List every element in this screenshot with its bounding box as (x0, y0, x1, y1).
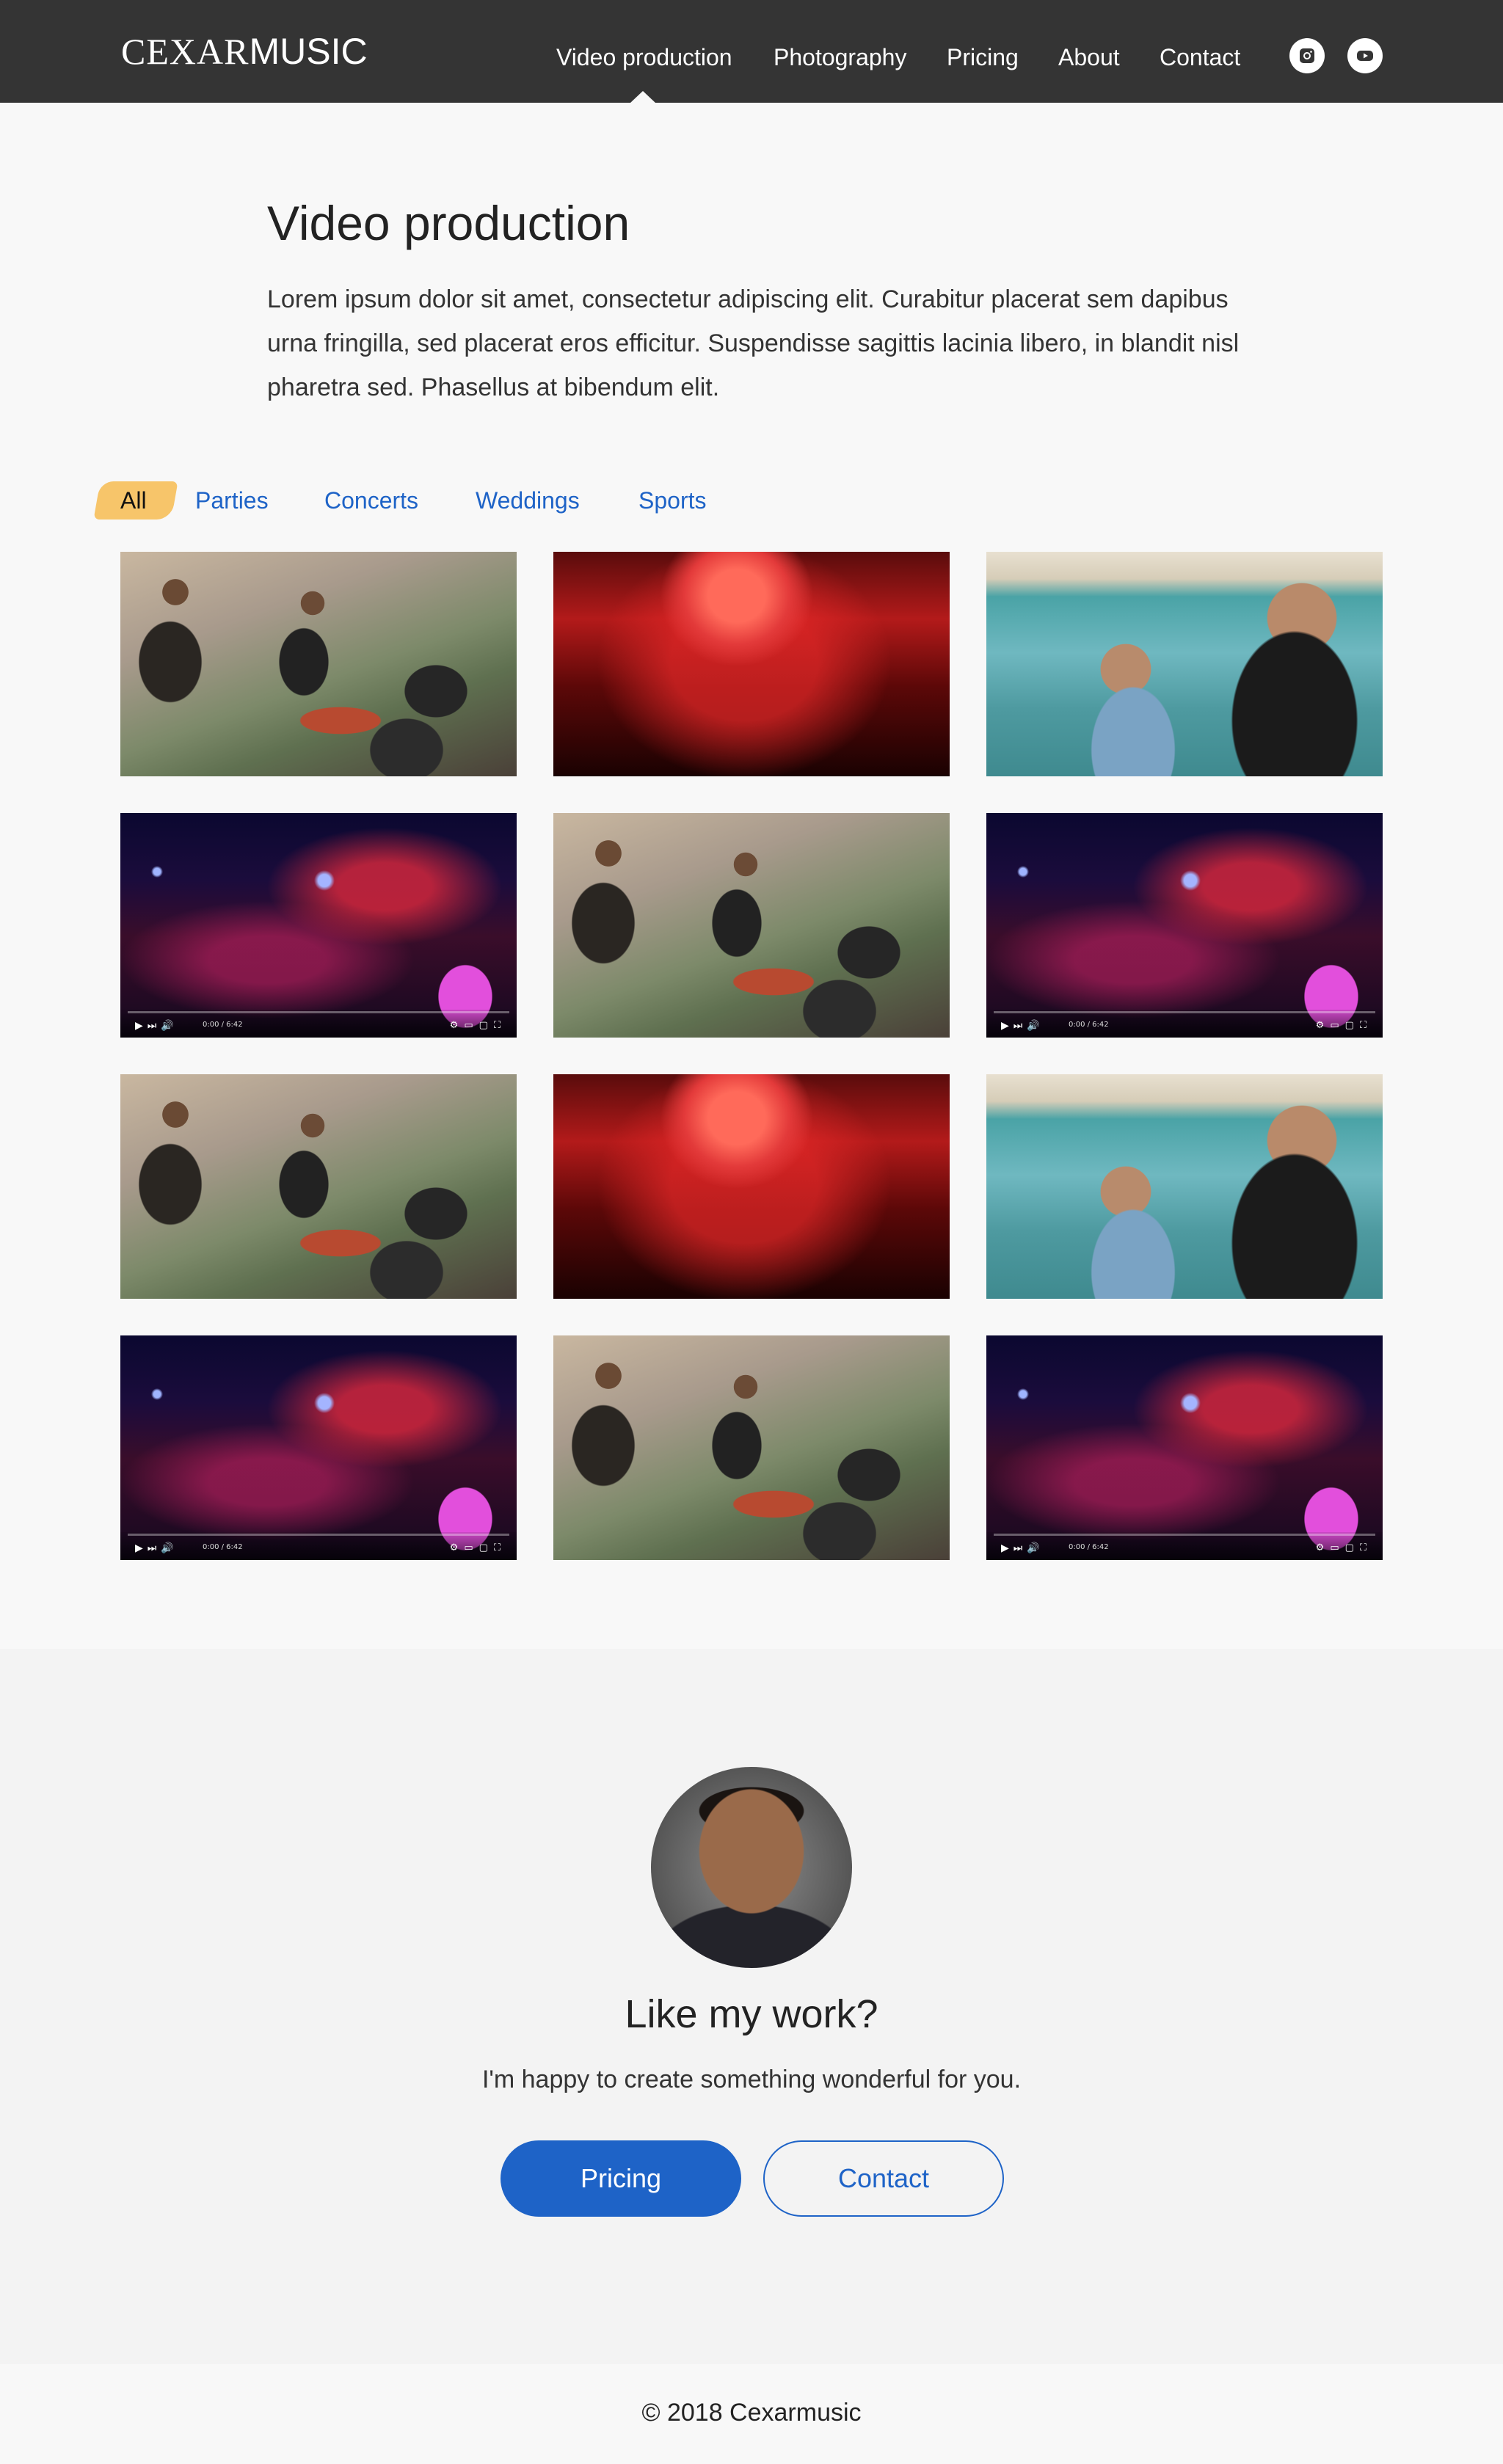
video-thumbnail[interactable] (986, 552, 1383, 776)
nav-contact[interactable]: Contact (1160, 41, 1240, 73)
avatar (651, 1767, 852, 1968)
nav-video-production[interactable]: Video production (556, 41, 732, 73)
video-thumbnail[interactable] (553, 1074, 950, 1299)
copyright-text: © 2018 Cexarmusic (641, 2399, 862, 2427)
video-thumbnail[interactable] (553, 813, 950, 1038)
play-controls-icon[interactable]: ▶⏭🔊 (1001, 1541, 1044, 1554)
player-controls: ▶⏭🔊 0:00 / 6:42 ⚙▭▢⛶ (120, 1532, 517, 1560)
progress-bar[interactable] (128, 1011, 509, 1013)
video-player[interactable]: ▶⏭🔊 0:00 / 6:42 ⚙▭▢⛶ (986, 1335, 1383, 1560)
player-time: 0:00 / 6:42 (1069, 1021, 1109, 1029)
play-controls-icon[interactable]: ▶⏭🔊 (135, 1541, 178, 1554)
video-player[interactable]: ▶⏭🔊 0:00 / 6:42 ⚙▭▢⛶ (120, 1335, 517, 1560)
main-nav: Video production Photography Pricing Abo… (0, 0, 1503, 103)
player-controls: ▶⏭🔊 0:00 / 6:42 ⚙▭▢⛶ (120, 1010, 517, 1038)
active-nav-indicator (630, 91, 656, 103)
player-settings-icon[interactable]: ⚙▭▢⛶ (1316, 1018, 1372, 1032)
player-controls: ▶⏭🔊 0:00 / 6:42 ⚙▭▢⛶ (986, 1532, 1383, 1560)
video-thumbnail[interactable] (986, 1074, 1383, 1299)
progress-bar[interactable] (994, 1534, 1375, 1536)
video-player[interactable]: ▶⏭🔊 0:00 / 6:42 ⚙▭▢⛶ (986, 813, 1383, 1038)
video-thumbnail[interactable] (553, 1335, 950, 1560)
video-thumbnail[interactable] (120, 1074, 517, 1299)
nav-photography[interactable]: Photography (774, 41, 906, 73)
filter-parties[interactable]: Parties (195, 483, 269, 518)
pricing-button[interactable]: Pricing (501, 2140, 741, 2217)
play-controls-icon[interactable]: ▶⏭🔊 (1001, 1018, 1044, 1032)
progress-bar[interactable] (994, 1011, 1375, 1013)
progress-bar[interactable] (128, 1534, 509, 1536)
filter-weddings[interactable]: Weddings (476, 483, 580, 518)
page-title: Video production (267, 196, 630, 250)
nav-about[interactable]: About (1058, 41, 1120, 73)
player-time: 0:00 / 6:42 (1069, 1543, 1109, 1551)
player-time: 0:00 / 6:42 (203, 1021, 243, 1029)
player-time: 0:00 / 6:42 (203, 1543, 243, 1551)
contact-button[interactable]: Contact (763, 2140, 1004, 2217)
play-controls-icon[interactable]: ▶⏭🔊 (135, 1018, 178, 1032)
player-controls: ▶⏭🔊 0:00 / 6:42 ⚙▭▢⛶ (986, 1010, 1383, 1038)
cta-title: Like my work? (625, 1992, 878, 2036)
intro-paragraph: Lorem ipsum dolor sit amet, consectetur … (267, 285, 1240, 401)
player-settings-icon[interactable]: ⚙▭▢⛶ (450, 1541, 506, 1554)
filter-all[interactable]: All (120, 483, 147, 518)
video-player[interactable]: ▶⏭🔊 0:00 / 6:42 ⚙▭▢⛶ (120, 813, 517, 1038)
player-settings-icon[interactable]: ⚙▭▢⛶ (1316, 1541, 1372, 1554)
video-thumbnail[interactable] (120, 552, 517, 776)
cta-subtitle: I'm happy to create something wonderful … (481, 2066, 1022, 2093)
video-thumbnail[interactable] (553, 552, 950, 776)
instagram-icon[interactable] (1289, 38, 1325, 73)
player-settings-icon[interactable]: ⚙▭▢⛶ (450, 1018, 506, 1032)
nav-pricing[interactable]: Pricing (947, 41, 1019, 73)
youtube-icon[interactable] (1347, 38, 1383, 73)
filter-sports[interactable]: Sports (638, 483, 706, 518)
site-header: CEXARMUSIC Video production Photography … (0, 0, 1503, 103)
filter-concerts[interactable]: Concerts (324, 483, 418, 518)
